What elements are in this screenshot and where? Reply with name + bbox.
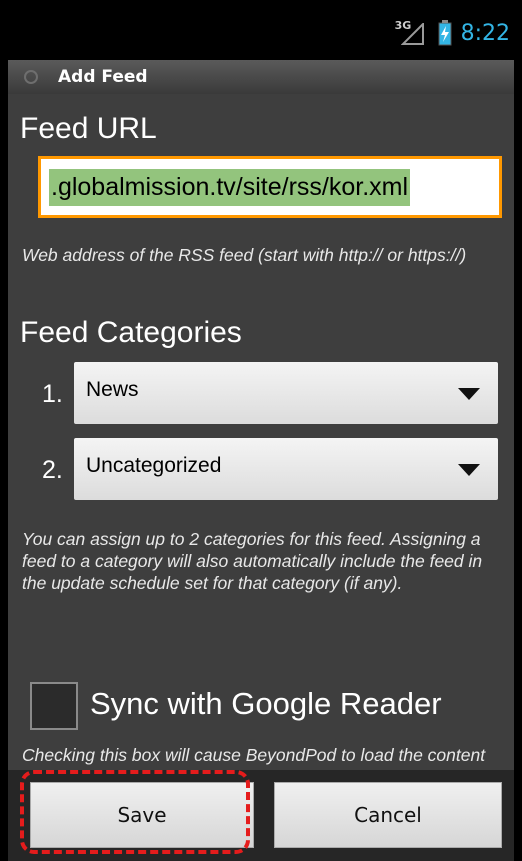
button-bar: Save Cancel — [8, 770, 514, 861]
category-2-dropdown[interactable]: Uncategorized — [74, 438, 498, 500]
cancel-button[interactable]: Cancel — [274, 782, 502, 848]
category-1-dropdown[interactable]: News — [74, 362, 498, 424]
dialog-circle-icon — [24, 70, 38, 84]
clock: 8:22 — [460, 20, 510, 46]
category-number: 2. — [42, 456, 63, 484]
category-1-selected: News — [86, 378, 139, 401]
dropdown-arrow-icon — [458, 388, 480, 400]
dialog-title-bar: Add Feed — [8, 60, 514, 94]
sync-label: Sync with Google Reader — [90, 686, 442, 721]
dialog-content[interactable]: Feed URL .globalmission.tv/site/rss/kor.… — [8, 94, 514, 770]
categories-heading: Feed Categories — [20, 316, 242, 349]
sync-help: Checking this box will cause BeyondPod t… — [22, 745, 486, 770]
category-number: 1. — [42, 380, 63, 408]
categories-help: You can assign up to 2 categories for th… — [22, 529, 483, 593]
signal-icon: 3G — [395, 19, 429, 47]
category-row-2: 2. Uncategorized — [8, 438, 514, 502]
battery-charging-icon — [438, 20, 452, 46]
dropdown-arrow-icon — [458, 464, 480, 476]
feed-url-value: .globalmission.tv/site/rss/kor.xml — [49, 168, 411, 206]
feed-url-help: Web address of the RSS feed (start with … — [22, 245, 467, 265]
category-row-1: 1. News — [8, 362, 514, 426]
sync-checkbox[interactable] — [30, 682, 78, 730]
save-button[interactable]: Save — [30, 782, 254, 848]
status-bar: 3G 8:22 — [0, 0, 522, 60]
dialog-title: Add Feed — [58, 67, 148, 87]
category-2-selected: Uncategorized — [86, 454, 222, 477]
status-icons: 3G 8:22 — [395, 18, 510, 48]
feed-url-heading: Feed URL — [20, 112, 157, 145]
sync-google-reader-row[interactable]: Sync with Google Reader — [8, 674, 514, 744]
feed-url-input[interactable]: .globalmission.tv/site/rss/kor.xml — [38, 156, 502, 218]
